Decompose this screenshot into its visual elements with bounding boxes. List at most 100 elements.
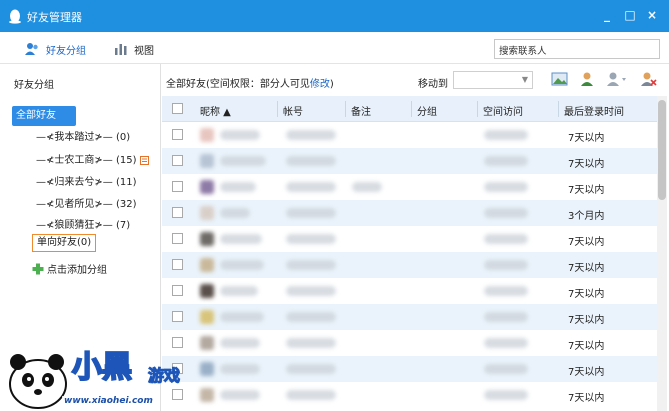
vertical-scrollbar[interactable] xyxy=(657,96,667,411)
avatar xyxy=(200,336,214,350)
account-blurred xyxy=(286,390,336,400)
sidebar-group-item[interactable]: —≮见者所见≯— (32) xyxy=(36,195,136,210)
table-row[interactable]: 7天以内 xyxy=(162,122,657,148)
remark-blurred xyxy=(352,182,382,192)
search-input[interactable]: 搜索联系人 xyxy=(494,39,660,59)
row-checkbox[interactable] xyxy=(172,285,183,296)
group-label: —≮狼顾猜狂≯— xyxy=(36,220,113,231)
delete-friend-icon[interactable] xyxy=(639,71,657,87)
group-count: (15) xyxy=(115,155,137,166)
permission-scope: 全部好友(空间权限：部分人可见修改) xyxy=(166,75,334,90)
nickname-blurred xyxy=(220,208,250,218)
nickname-blurred xyxy=(220,260,264,270)
sidebar-group-item[interactable]: —≮士农工商≯— (15) xyxy=(36,151,149,166)
avatar xyxy=(200,154,214,168)
row-checkbox[interactable] xyxy=(172,233,183,244)
nickname-blurred xyxy=(220,338,260,348)
column-remark[interactable]: 备注 xyxy=(351,103,371,118)
row-checkbox[interactable] xyxy=(172,129,183,140)
last-login: 7天以内 xyxy=(568,393,605,404)
table-row[interactable]: 7天以内 xyxy=(162,252,657,278)
table-row[interactable]: 7天以内 xyxy=(162,304,657,330)
sidebar-group-item[interactable]: —≮归来去兮≯— (11) xyxy=(36,173,136,188)
account-blurred xyxy=(286,156,336,166)
group-tab[interactable]: 好友分组 xyxy=(24,41,86,57)
row-checkbox[interactable] xyxy=(172,155,183,166)
avatar xyxy=(200,258,214,272)
avatar xyxy=(200,180,214,194)
space-blurred xyxy=(484,130,528,140)
row-checkbox[interactable] xyxy=(172,311,183,322)
maximize-button[interactable]: □ xyxy=(621,6,639,24)
row-checkbox[interactable] xyxy=(172,207,183,218)
view-tab[interactable]: 视图 xyxy=(114,41,154,57)
last-login: 7天以内 xyxy=(568,341,605,352)
nickname-blurred xyxy=(220,182,256,192)
account-blurred xyxy=(286,338,336,348)
column-divider xyxy=(477,101,478,117)
column-space-access[interactable]: 空间访问 xyxy=(483,103,523,118)
window-title: 好友管理器 xyxy=(27,11,82,24)
space-blurred xyxy=(484,286,528,296)
row-checkbox[interactable] xyxy=(172,181,183,192)
account-blurred xyxy=(286,130,336,140)
table-row[interactable]: 7天以内 xyxy=(162,356,657,382)
last-login: 3个月内 xyxy=(568,211,605,222)
group-label: —≮归来去兮≯— xyxy=(36,177,113,188)
avatar xyxy=(200,284,214,298)
column-nickname[interactable]: 昵称 ▲ xyxy=(200,103,231,118)
close-button[interactable]: × xyxy=(643,6,661,24)
qq-penguin-icon xyxy=(9,9,21,24)
account-blurred xyxy=(286,260,336,270)
minimize-button[interactable]: _ xyxy=(598,6,616,24)
space-blurred xyxy=(484,182,528,192)
space-blurred xyxy=(484,338,528,348)
sidebar-item-all-friends[interactable]: 全部好友(65) xyxy=(12,106,76,141)
last-login: 7天以内 xyxy=(568,315,605,326)
space-blurred xyxy=(484,208,528,218)
column-account[interactable]: 帐号 xyxy=(283,103,303,118)
picture-icon[interactable] xyxy=(551,71,569,87)
sidebar-group-item[interactable]: —≮我本踏过≯— (0) xyxy=(36,128,130,143)
space-blurred xyxy=(484,156,528,166)
sidebar-item-one-way-friends[interactable]: 单向好友(0) xyxy=(32,234,97,252)
chevron-down-icon: ▼ xyxy=(521,75,528,84)
plus-icon xyxy=(32,263,44,274)
scrollbar-thumb[interactable] xyxy=(658,100,666,200)
nickname-blurred xyxy=(220,130,260,140)
move-to-select[interactable]: ▼ xyxy=(453,71,533,89)
account-blurred xyxy=(286,286,336,296)
table-row[interactable]: 3个月内 xyxy=(162,200,657,226)
table-row[interactable]: 7天以内 xyxy=(162,278,657,304)
table-row[interactable]: 7天以内 xyxy=(162,148,657,174)
user-menu-icon[interactable] xyxy=(606,71,628,87)
table-row[interactable]: 7天以内 xyxy=(162,174,657,200)
avatar xyxy=(200,206,214,220)
sidebar-group-item[interactable]: —≮狼顾猜狂≯— (7) xyxy=(36,216,130,231)
table-row[interactable]: 7天以内 xyxy=(162,330,657,356)
group-count: (32) xyxy=(115,199,137,210)
space-blurred xyxy=(484,260,528,270)
last-login: 7天以内 xyxy=(568,237,605,248)
last-login: 7天以内 xyxy=(568,133,605,144)
add-group-button[interactable]: 点击添加分组 xyxy=(32,261,107,276)
move-to-label: 移动到 xyxy=(418,79,448,90)
column-last-login[interactable]: 最后登录时间 xyxy=(564,103,624,118)
last-login: 7天以内 xyxy=(568,159,605,170)
table-row[interactable]: 7天以内 xyxy=(162,226,657,252)
nickname-blurred xyxy=(220,390,260,400)
table-row[interactable]: 7天以内 xyxy=(162,382,657,408)
column-group[interactable]: 分组 xyxy=(417,103,437,118)
toolbar: 好友分组 视图 搜索联系人 xyxy=(0,32,669,64)
nickname-blurred xyxy=(220,364,260,374)
last-login: 7天以内 xyxy=(568,289,605,300)
add-friend-icon[interactable] xyxy=(579,71,597,87)
account-blurred xyxy=(286,234,336,244)
select-all-checkbox[interactable] xyxy=(172,103,183,114)
modify-link[interactable]: 修改 xyxy=(310,79,330,90)
avatar xyxy=(200,128,214,142)
space-blurred xyxy=(484,312,528,322)
row-checkbox[interactable] xyxy=(172,259,183,270)
account-blurred xyxy=(286,208,336,218)
edit-icon[interactable] xyxy=(139,155,149,165)
